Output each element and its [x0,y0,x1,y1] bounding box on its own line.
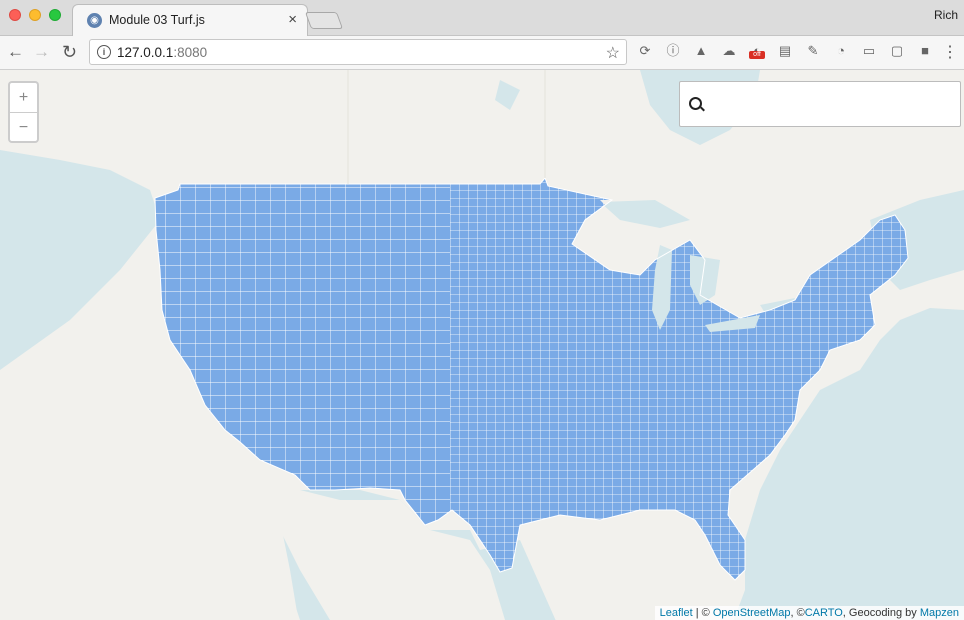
window-minimize-button[interactable] [29,9,41,21]
geocoder-search-box [679,81,961,127]
zoom-control: + − [8,81,39,143]
mapzen-link[interactable]: Mapzen [920,607,959,619]
info-circle-icon[interactable]: ⓘ [665,43,681,59]
tab-close-icon[interactable]: × [288,11,297,28]
tab-strip: ◉ Module 03 Turf.js × Rich [0,0,964,36]
search-icon[interactable] [689,97,702,110]
sync-icon[interactable]: ⟳ [637,43,653,59]
attribution-separator: , © [790,607,805,619]
window-close-button[interactable] [9,9,21,21]
window-maximize-button[interactable] [49,9,61,21]
pen-icon[interactable]: ✎ [805,43,821,59]
zoom-in-button[interactable]: + [10,83,37,113]
attribution-separator: , Geocoding by [842,607,920,619]
openstreetmap-link[interactable]: OpenStreetMap [713,607,791,619]
disc-icon[interactable]: ◔ [833,43,849,59]
basemap [0,70,964,620]
browser-toolbar: ← → ↻ i 127.0.0.1:8080 ☆ ⟳ⓘ▲☁◐off▤✎◔▭▢■ … [0,36,964,70]
map-canvas[interactable]: + − Leaflet | © OpenStreetMap, ©CARTO, G… [0,70,964,620]
new-tab-button[interactable] [304,12,344,29]
tab-title: Module 03 Turf.js [109,13,205,27]
forward-button[interactable]: → [33,43,50,61]
cloud-icon[interactable]: ☁ [721,43,737,59]
browser-menu-icon[interactable]: ⋮ [942,42,958,62]
profile-name[interactable]: Rich [934,8,958,22]
carto-link[interactable]: CARTO [805,607,843,619]
zoom-out-button[interactable]: − [10,113,37,142]
cast-icon[interactable]: ▭ [861,43,877,59]
url-port: :8080 [173,45,208,60]
map-attribution: Leaflet | © OpenStreetMap, ©CARTO, Geoco… [654,606,964,620]
stop-icon[interactable]: ■ [917,43,933,59]
globe-favicon-icon: ◉ [87,13,102,28]
chat-icon[interactable]: ▢ [889,43,905,59]
bookmark-star-icon[interactable]: ☆ [606,43,620,63]
address-bar[interactable]: i 127.0.0.1:8080 ☆ [89,39,627,65]
attribution-separator: | © [692,607,713,619]
reload-button[interactable]: ↻ [62,43,77,61]
extension-badge: off [749,51,765,59]
url-text[interactable]: 127.0.0.1:8080 [117,45,207,60]
back-button[interactable]: ← [7,43,24,61]
drive-icon[interactable]: ▲ [693,43,709,59]
site-info-icon[interactable]: i [97,45,111,59]
leaflet-link[interactable]: Leaflet [660,607,693,619]
browser-tab[interactable]: ◉ Module 03 Turf.js × [72,4,308,36]
document-icon[interactable]: ▤ [777,43,793,59]
url-host: 127.0.0.1 [117,45,174,60]
search-input[interactable] [711,95,935,117]
